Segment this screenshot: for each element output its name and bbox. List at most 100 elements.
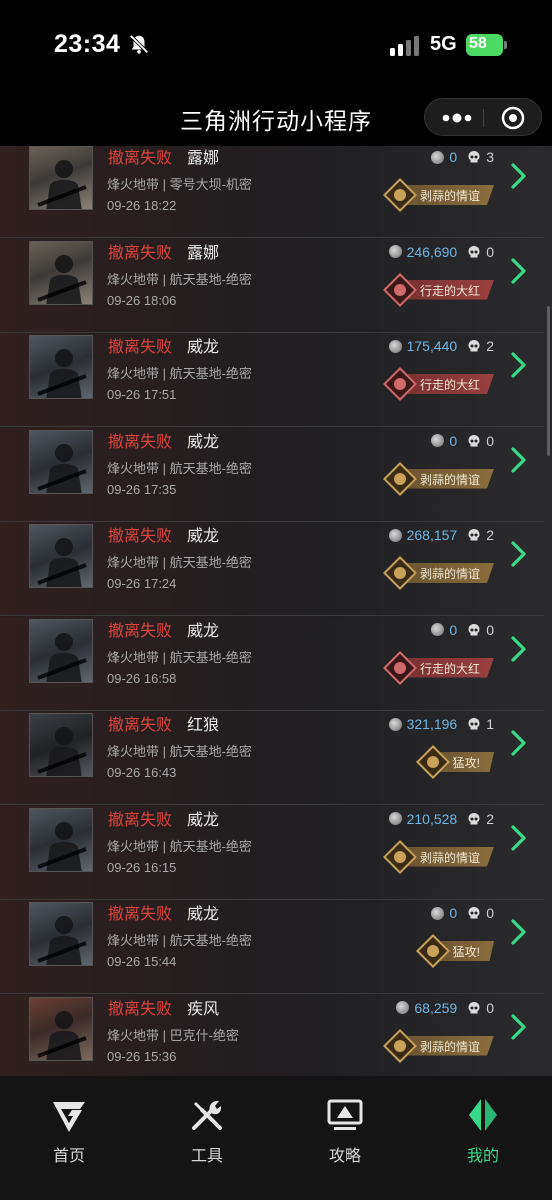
tools-icon [192, 1100, 222, 1130]
map-mode: 烽火地带 | 航天基地-绝密 [107, 838, 252, 854]
match-stats: 268,157 2 [388, 525, 494, 545]
skull-icon [468, 340, 480, 352]
chevron-right-icon[interactable] [510, 540, 528, 568]
operator-avatar [29, 618, 93, 683]
close-circle-icon[interactable] [501, 106, 525, 130]
match-record-row[interactable]: 撤离失败 威龙 烽火地带 | 航天基地-绝密 09-26 17:35 0 0 剥… [0, 427, 544, 522]
operator-name: 露娜 [187, 244, 220, 262]
map-mode: 烽火地带 | 航天基地-绝密 [107, 933, 252, 948]
tag-badge-icon [383, 556, 417, 590]
tab-home[interactable]: 首页 [14, 1096, 124, 1166]
coin-icon [388, 717, 402, 731]
operator-name: 威龙 [187, 622, 220, 640]
match-record-row[interactable]: 撤离失败 威龙 烽火地带 | 航天基地-绝密 09-26 17:24 268,1… [0, 522, 544, 616]
match-stats: 0 0 [431, 620, 494, 640]
guide-monitor-icon [327, 1099, 363, 1130]
extraction-status: 撤离失败 [108, 622, 173, 640]
performance-tag: 行走的大红 [383, 650, 494, 685]
kill-count: 2 [486, 527, 494, 543]
operator-name: 红狼 [187, 717, 220, 734]
tag-badge-icon [383, 272, 417, 307]
capsule-divider [483, 109, 484, 127]
operator-name: 威龙 [187, 811, 220, 829]
operator-avatar [29, 524, 93, 588]
extraction-status: 撤离失败 [108, 339, 173, 356]
more-dots-icon[interactable] [439, 108, 475, 128]
chevron-right-icon[interactable] [510, 257, 528, 285]
chevron-right-icon[interactable] [510, 824, 528, 852]
chevron-right-icon[interactable] [510, 729, 528, 757]
map-mode: 烽火地带 | 航天基地-绝密 [107, 271, 252, 287]
match-time: 09-26 15:36 [107, 1048, 177, 1064]
tab-profile[interactable]: 我的 [428, 1096, 538, 1166]
kill-count: 2 [486, 810, 494, 827]
extraction-status: 撤离失败 [108, 244, 173, 262]
signal-icon [390, 36, 419, 56]
match-record-list[interactable]: 撤离失败 露娜 烽火地带 | 零号大坝-机密 09-26 18:22 0 3 剥… [0, 146, 552, 1076]
asset-value: 0 [449, 149, 458, 165]
performance-tag: 剥蒜的情谊 [383, 461, 494, 496]
tag-label: 行走的大红 [405, 657, 494, 678]
performance-tag: 剥蒜的情谊 [383, 178, 494, 212]
match-stats: 175,440 2 [388, 336, 494, 356]
match-record-row[interactable]: 撤离失败 威龙 烽火地带 | 航天基地-绝密 09-26 17:51 175,4… [0, 333, 544, 427]
chevron-right-icon[interactable] [510, 1013, 528, 1041]
map-mode: 烽火地带 | 航天基地-绝密 [107, 366, 252, 381]
asset-value: 246,690 [406, 243, 458, 260]
chevron-right-icon[interactable] [510, 162, 528, 190]
match-record-row[interactable]: 撤离失败 露娜 烽火地带 | 零号大坝-机密 09-26 18:22 0 3 剥… [0, 146, 544, 238]
asset-value: 268,157 [406, 527, 458, 543]
kill-count: 1 [486, 716, 494, 732]
asset-value: 175,440 [406, 338, 458, 354]
operator-name: 威龙 [187, 528, 220, 545]
match-time: 09-26 18:22 [107, 198, 177, 213]
performance-tag: 剥蒜的情谊 [383, 839, 494, 874]
match-time: 09-26 17:24 [107, 576, 177, 591]
tag-badge-icon [383, 650, 417, 685]
skull-icon [468, 907, 480, 919]
match-stats: 246,690 0 [388, 242, 494, 262]
asset-value: 0 [449, 905, 458, 921]
match-time: 09-26 17:35 [107, 481, 177, 497]
status-bar: 23:34 5G 58 [0, 0, 552, 88]
coin-icon [431, 434, 445, 447]
coin-icon [388, 812, 402, 825]
chevron-right-icon[interactable] [510, 351, 528, 379]
chevron-right-icon[interactable] [510, 446, 528, 474]
kill-count: 0 [486, 621, 494, 638]
home-g-icon [53, 1102, 85, 1132]
kill-count: 0 [486, 243, 494, 260]
match-stats: 0 0 [431, 431, 494, 451]
skull-icon [468, 245, 480, 257]
tag-badge-icon [383, 367, 417, 401]
match-time: 09-26 18:06 [107, 292, 177, 308]
operator-avatar [29, 713, 93, 777]
chevron-right-icon[interactable] [510, 635, 528, 663]
match-record-row[interactable]: 撤离失败 露娜 烽火地带 | 航天基地-绝密 09-26 18:06 246,6… [0, 238, 544, 333]
match-record-row[interactable]: 撤离失败 红狼 烽火地带 | 航天基地-绝密 09-26 16:43 321,1… [0, 711, 544, 805]
operator-name: 威龙 [187, 906, 220, 923]
match-record-row[interactable]: 撤离失败 威龙 烽火地带 | 航天基地-绝密 09-26 16:15 210,5… [0, 805, 544, 900]
scrollbar[interactable] [547, 306, 550, 456]
battery-level: 58 [469, 35, 487, 52]
extraction-status: 撤离失败 [108, 906, 173, 923]
tab-label: 我的 [466, 1148, 499, 1165]
extraction-status: 撤离失败 [108, 150, 173, 167]
match-stats: 0 3 [431, 147, 494, 167]
match-time: 09-26 17:51 [107, 387, 177, 402]
match-record-row[interactable]: 撤离失败 威龙 烽火地带 | 航天基地-绝密 09-26 15:44 0 0 猛… [0, 900, 544, 994]
tag-badge-icon [383, 178, 417, 212]
asset-value: 321,196 [406, 716, 458, 732]
tab-guide[interactable]: 攻略 [290, 1096, 400, 1166]
performance-tag: 剥蒜的情谊 [383, 1028, 494, 1063]
match-record-row[interactable]: 撤离失败 威龙 烽火地带 | 航天基地-绝密 09-26 16:58 0 0 行… [0, 616, 544, 711]
tag-badge-icon [383, 461, 417, 496]
asset-value: 68,259 [414, 999, 458, 1016]
battery-charging-icon: 58 [466, 34, 508, 56]
operator-avatar [29, 335, 93, 399]
match-record-row[interactable]: 撤离失败 疾风 烽火地带 | 巴克什-绝密 09-26 15:36 68,259… [0, 994, 544, 1076]
performance-tag: 行走的大红 [383, 272, 494, 307]
chevron-right-icon[interactable] [510, 918, 528, 946]
coin-icon [431, 150, 445, 164]
tab-tools[interactable]: 工具 [152, 1096, 262, 1166]
